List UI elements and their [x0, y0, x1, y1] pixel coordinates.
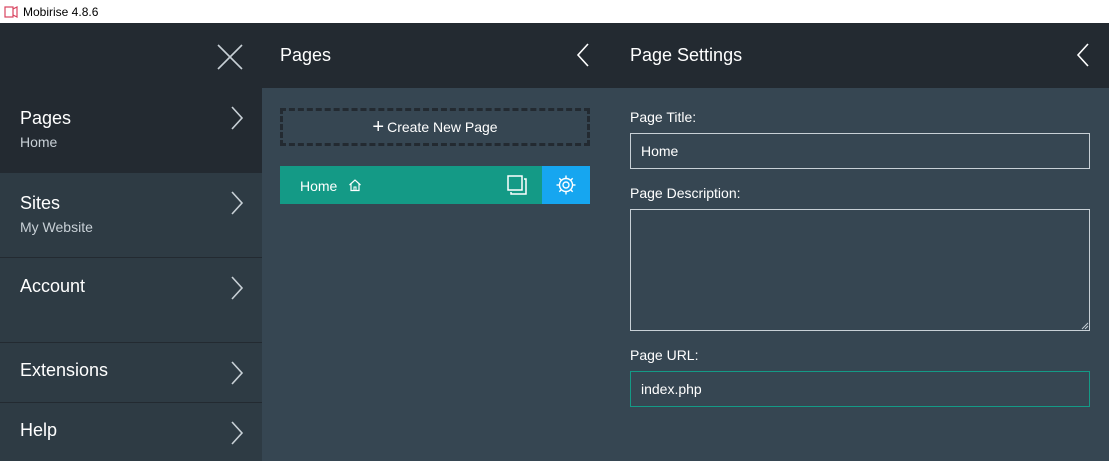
home-icon [349, 179, 361, 192]
page-description-textarea[interactable] [630, 209, 1090, 331]
sidebar-item-label: Help [20, 420, 58, 440]
chevron-right-icon [231, 106, 244, 130]
page-url-label: Page URL: [630, 347, 699, 363]
close-icon[interactable] [216, 43, 244, 71]
page-title-input[interactable] [630, 133, 1090, 169]
sidebar-item-pages[interactable]: Pages Home [0, 88, 262, 173]
sidebar-item-sites[interactable]: Sites My Website [0, 173, 262, 258]
chevron-right-icon [231, 191, 244, 215]
sidebar-item-sub: Home [20, 134, 58, 150]
sidebar-item-label: Extensions [20, 360, 109, 380]
gear-icon [556, 175, 576, 195]
page-settings-title: Page Settings [630, 45, 743, 65]
main-sidebar: Pages Home Sites My Website Account Exte… [0, 23, 262, 461]
sidebar-item-account[interactable]: Account [0, 258, 262, 343]
sidebar-item-sub: My Website [20, 219, 93, 235]
duplicate-icon[interactable] [506, 174, 528, 196]
app-icon [4, 5, 18, 18]
sidebar-item-label: Account [20, 276, 86, 296]
page-description-label: Page Description: [630, 185, 741, 201]
chevron-right-icon [231, 361, 244, 385]
page-item-home[interactable]: Home [280, 166, 542, 204]
window-title: Mobirise 4.8.6 [23, 4, 99, 19]
page-title-label: Page Title: [630, 109, 697, 125]
page-list-item: Home [280, 166, 590, 204]
chevron-left-icon[interactable] [1076, 42, 1090, 68]
chevron-right-icon [231, 421, 244, 445]
chevron-left-icon[interactable] [576, 42, 590, 68]
sidebar-item-label: Pages [20, 108, 72, 128]
create-new-page-button[interactable]: + Create New Page [280, 108, 590, 146]
pages-panel-title: Pages [280, 45, 332, 65]
sidebar-item-label: Sites [20, 193, 61, 213]
create-new-page-label: Create New Page [387, 119, 498, 135]
page-url-input[interactable] [630, 371, 1090, 407]
window-titlebar: Mobirise 4.8.6 [0, 0, 1109, 23]
sidebar-header [0, 23, 262, 88]
pages-panel-header: Pages [262, 23, 610, 88]
pages-panel: Pages + Create New Page Home [262, 23, 610, 461]
page-settings-panel: Page Settings Page Title: Page Descripti… [610, 23, 1109, 461]
page-settings-button[interactable] [542, 166, 590, 204]
page-settings-header: Page Settings [610, 23, 1109, 88]
sidebar-item-extensions[interactable]: Extensions [0, 343, 262, 403]
resize-grip-icon[interactable] [1081, 322, 1089, 330]
sidebar-item-help[interactable]: Help [0, 403, 262, 461]
chevron-right-icon [231, 276, 244, 300]
plus-icon: + [372, 116, 385, 138]
page-item-name: Home [300, 178, 338, 194]
